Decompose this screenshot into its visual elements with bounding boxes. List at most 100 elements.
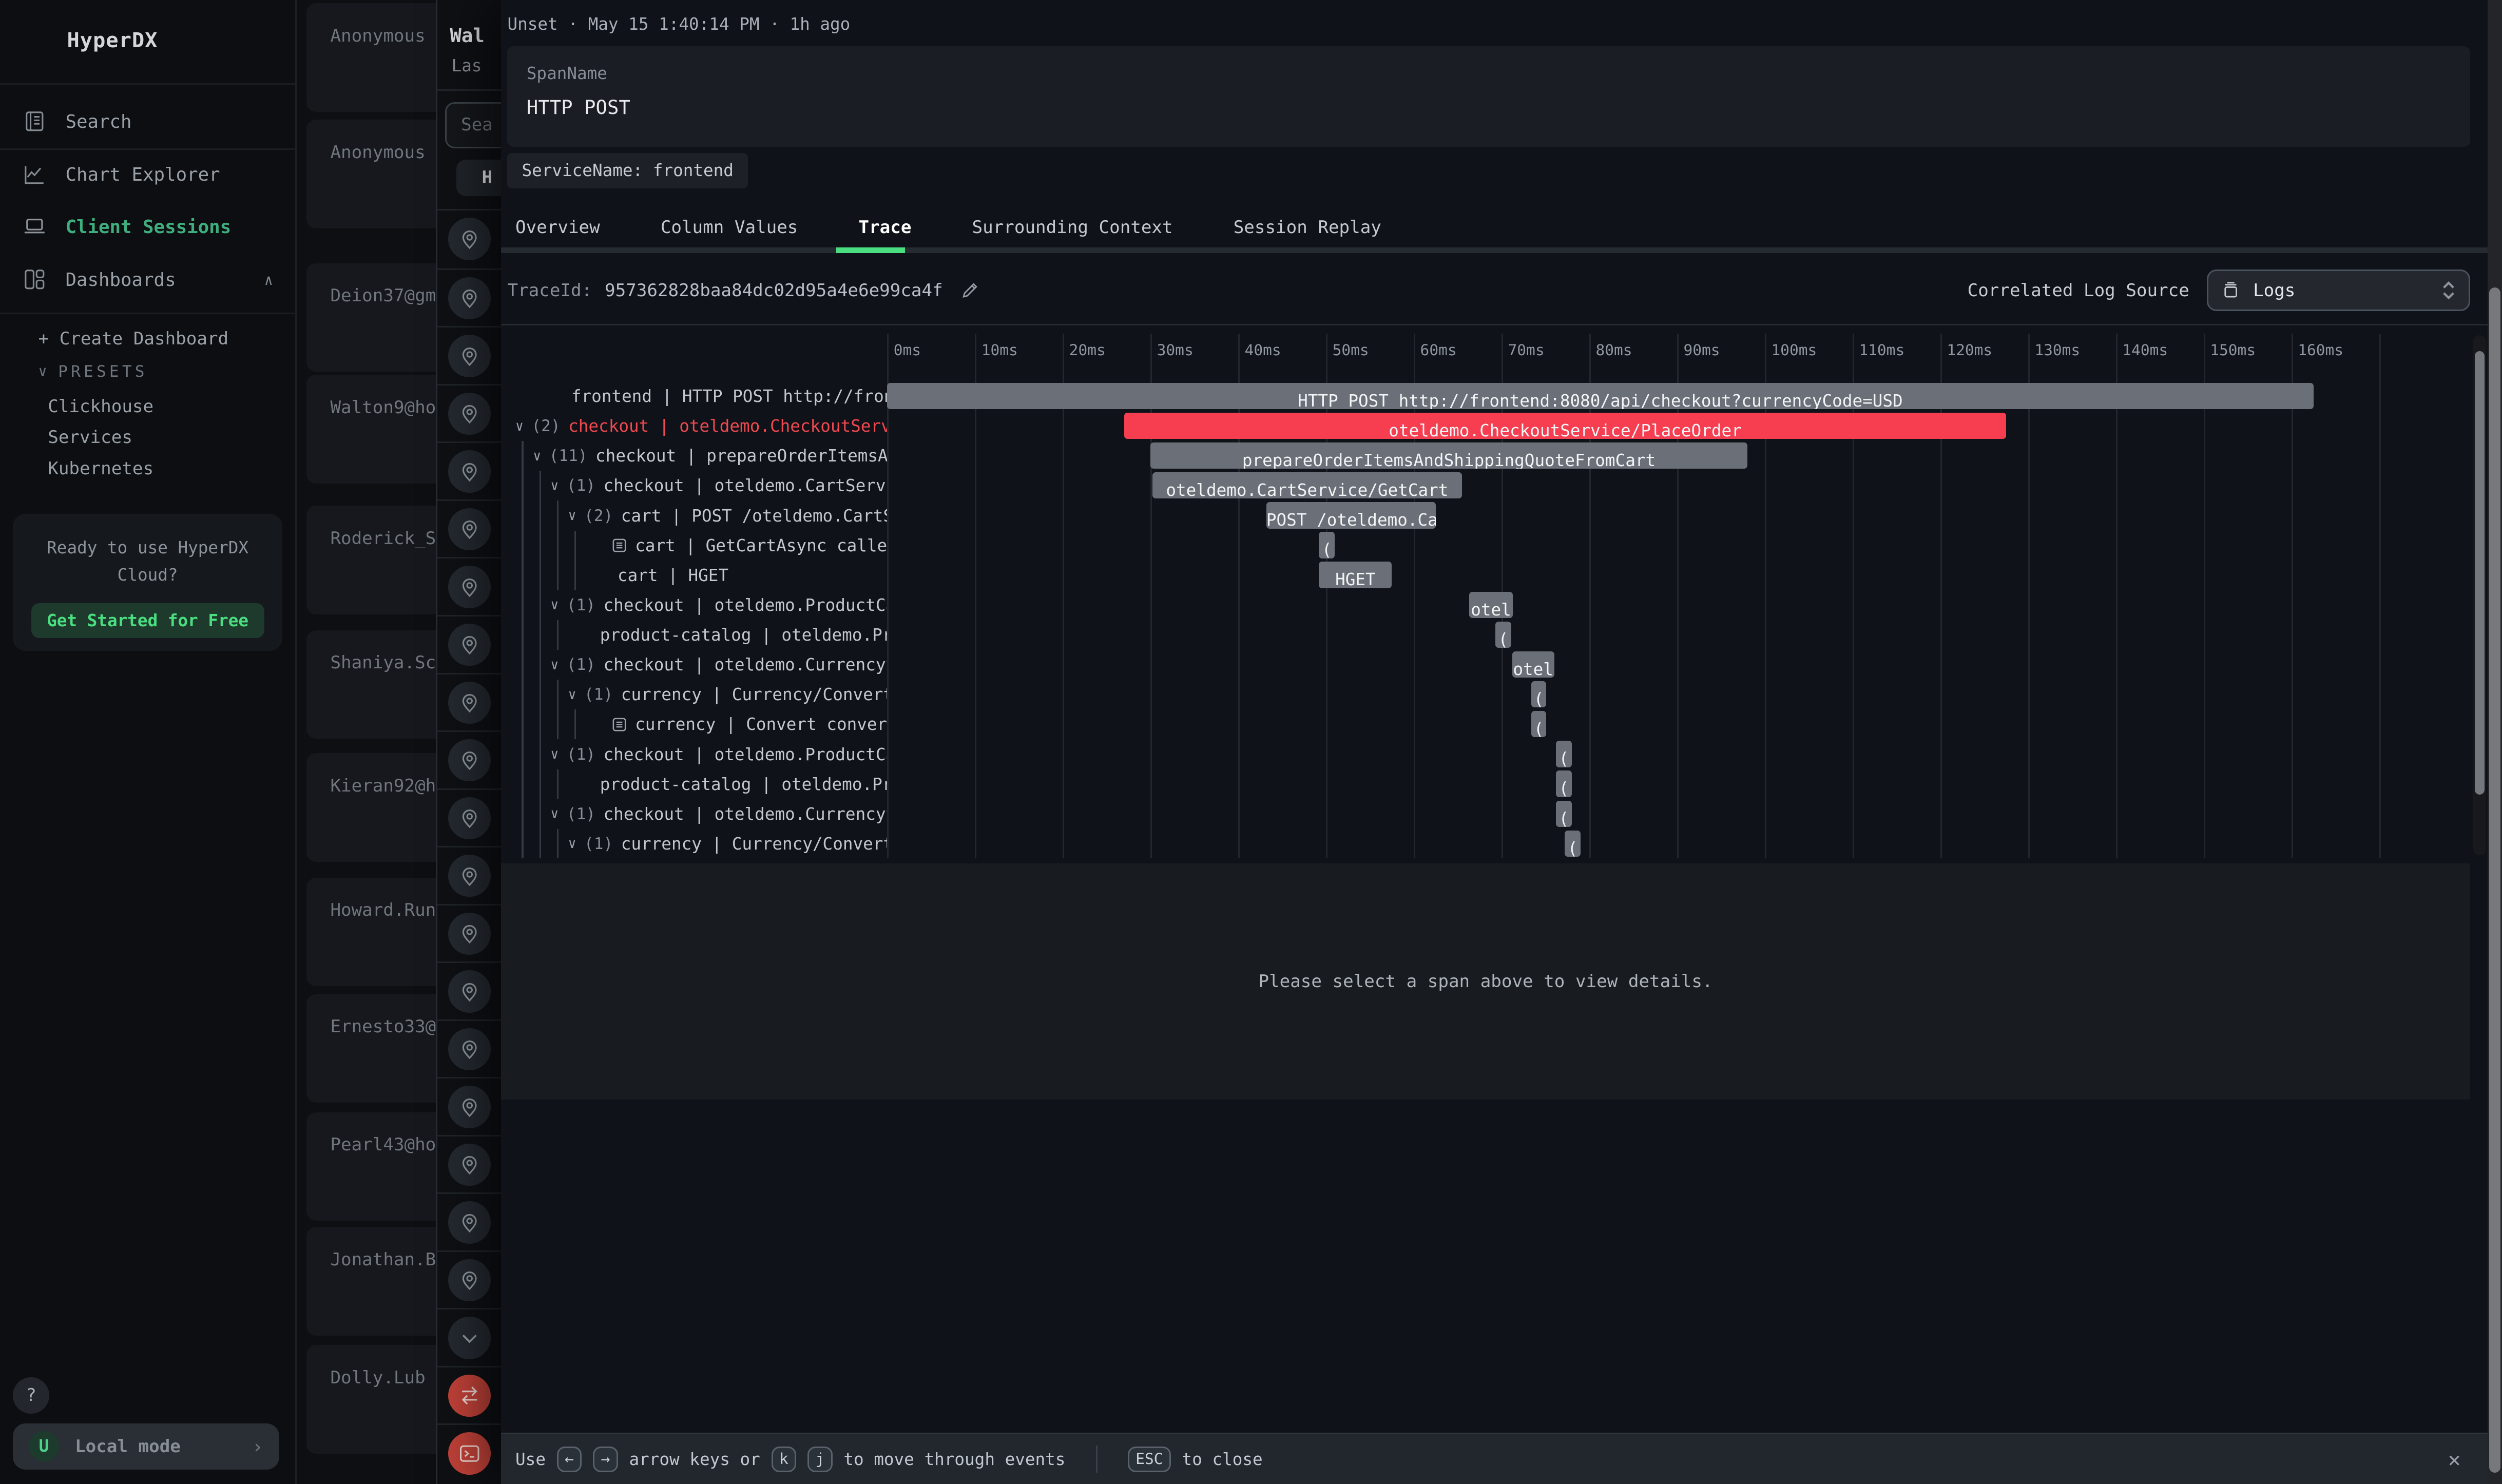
pin-icon[interactable] <box>448 970 490 1012</box>
trace-span-bar[interactable]: HTTP POST http://frontend:8080/api/check… <box>887 383 2313 409</box>
trace-tree-row[interactable]: ∨(2)cart | POST /oteldemo.CartSe… <box>501 500 887 530</box>
close-icon[interactable]: ✕ <box>2448 1447 2460 1472</box>
session-card[interactable]: Dolly.Lub <box>306 1345 436 1453</box>
pin-icon[interactable] <box>448 450 490 492</box>
pin-icon[interactable] <box>448 1144 490 1186</box>
pin-icon[interactable] <box>448 1028 490 1070</box>
trace-tree-row[interactable]: currency | Convert convers… <box>501 709 887 739</box>
trace-span-bar[interactable]: ( <box>1531 681 1546 707</box>
pin-icon[interactable] <box>448 682 490 724</box>
trace-tree-row[interactable]: cart | GetCartAsync called… <box>501 531 887 561</box>
trace-span-bar[interactable]: oteldemo.CartService/GetCart <box>1152 472 1462 498</box>
create-dashboard-button[interactable]: + Create Dashboard <box>39 329 229 349</box>
session-card[interactable]: Walton9@ho <box>306 375 436 483</box>
chevron-down-icon[interactable]: ∨ <box>550 597 559 613</box>
edit-icon[interactable] <box>960 281 979 300</box>
sidebar-item-search[interactable]: Search <box>0 96 295 149</box>
pin-icon[interactable] <box>448 1259 490 1301</box>
chevron-down-icon[interactable]: ∨ <box>568 687 576 703</box>
pin-icon[interactable] <box>448 624 490 666</box>
trace-span-bar[interactable]: ( <box>1556 801 1572 827</box>
trace-tree-row[interactable]: ∨(1)checkout | oteldemo.CurrencySe… <box>501 650 887 680</box>
trace-span-bar[interactable]: ( <box>1319 532 1335 558</box>
session-card[interactable]: Pearl43@ho <box>306 1112 436 1221</box>
trace-tree-row[interactable]: ∨(1)checkout | oteldemo.CurrencySe… <box>501 799 887 829</box>
tab-trace[interactable]: Trace <box>859 217 912 238</box>
pin-icon[interactable] <box>448 566 490 608</box>
get-started-button[interactable]: Get Started for Free <box>31 603 264 638</box>
swap-arrows-icon[interactable] <box>448 1375 490 1417</box>
trace-span-bar[interactable]: ( <box>1565 831 1581 857</box>
pin-icon[interactable] <box>448 1201 490 1243</box>
session-card[interactable]: Anonymous <box>306 3 436 111</box>
waterfall-scrollbar[interactable] <box>2473 335 2486 855</box>
chevron-down-icon[interactable]: ∨ <box>550 478 559 494</box>
pin-icon[interactable] <box>448 855 490 897</box>
session-card[interactable]: Jonathan.B <box>306 1227 436 1335</box>
pin-icon[interactable] <box>448 508 490 550</box>
pin-icon[interactable] <box>448 393 490 435</box>
trace-span-bar[interactable]: prepareOrderItemsAndShippingQuoteFromCar… <box>1150 442 1747 469</box>
window-scrollbar[interactable] <box>2488 0 2502 1484</box>
trace-span-bar[interactable]: otel <box>1512 651 1554 678</box>
pin-icon[interactable] <box>448 739 490 781</box>
trace-span-bar[interactable]: otel <box>1469 592 1513 618</box>
detail-search-input[interactable]: Sea <box>445 102 501 148</box>
session-card[interactable]: Ernesto33@ <box>306 994 436 1103</box>
tab-overview[interactable]: Overview <box>515 217 600 238</box>
trace-tree-row[interactable]: product-catalog | oteldemo.Prod… <box>501 769 887 799</box>
trace-span-bar[interactable]: ( <box>1556 770 1572 797</box>
terminal-icon[interactable] <box>448 1432 490 1474</box>
trace-span-bar[interactable]: POST /oteldemo.Cart <box>1266 502 1436 528</box>
session-card[interactable]: Deion37@gm <box>306 263 436 372</box>
trace-tree-row[interactable]: cart | HGET <box>501 561 887 590</box>
trace-span-bar[interactable]: ( <box>1531 711 1546 737</box>
pin-icon[interactable] <box>448 797 490 839</box>
trace-tree-row[interactable]: ∨(2)checkout | oteldemo.CheckoutServic… <box>501 411 887 441</box>
pin-icon[interactable] <box>448 335 490 377</box>
pin-icon[interactable] <box>448 277 490 319</box>
trace-tree-row[interactable]: product-catalog | oteldemo.Prod… <box>501 620 887 650</box>
sidebar-item-dashboards[interactable]: Dashboards∧ <box>0 254 295 306</box>
session-card[interactable]: Howard.Run <box>306 878 436 986</box>
chevron-down-icon[interactable]: ∨ <box>550 746 559 762</box>
pin-icon[interactable] <box>448 218 490 260</box>
help-button[interactable]: ? <box>13 1377 49 1414</box>
tab-session-replay[interactable]: Session Replay <box>1234 217 1381 238</box>
trace-tree-row[interactable]: ∨(11)checkout | prepareOrderItemsAnd… <box>501 441 887 471</box>
session-card[interactable]: Kieran92@h <box>306 753 436 861</box>
local-mode-button[interactable]: U Local mode › <box>13 1423 279 1470</box>
waterfall-scrollbar-thumb[interactable] <box>2475 351 2485 795</box>
session-card[interactable]: Anonymous <box>306 120 436 228</box>
trace-span-bar[interactable]: HGET <box>1319 562 1392 588</box>
window-scrollbar-thumb[interactable] <box>2489 287 2500 1473</box>
log-source-select[interactable]: Logs <box>2207 269 2470 311</box>
trace-tree-row[interactable]: ∨(1)currency | Currency/Convert <box>501 829 887 859</box>
trace-span-bar[interactable]: ( <box>1556 741 1572 767</box>
tab-column-values[interactable]: Column Values <box>661 217 798 238</box>
chevron-down-icon[interactable]: ∨ <box>568 836 576 852</box>
chevron-down-icon[interactable]: ∨ <box>568 508 576 524</box>
trace-span-bar[interactable]: ( <box>1495 622 1511 648</box>
session-card[interactable]: Shaniya.Sc <box>306 630 436 739</box>
tab-surrounding-context[interactable]: Surrounding Context <box>972 217 1173 238</box>
trace-tree-row[interactable]: ∨(1)checkout | oteldemo.ProductCat… <box>501 590 887 620</box>
pin-icon[interactable] <box>448 913 490 955</box>
trace-tree-row[interactable]: ∨(1)currency | Currency/Convert <box>501 680 887 709</box>
sidebar-item-chart-explorer[interactable]: Chart Explorer <box>0 148 295 201</box>
session-card[interactable]: Roderick_S <box>306 506 436 614</box>
preset-item-services[interactable]: Services <box>48 422 279 453</box>
service-name-badge[interactable]: ServiceName: frontend <box>507 153 747 188</box>
chevron-down-icon[interactable] <box>448 1317 490 1359</box>
chevron-down-icon[interactable]: ∨ <box>533 448 541 464</box>
trace-span-bar[interactable]: oteldemo.CheckoutService/PlaceOrder <box>1124 413 2006 439</box>
chevron-down-icon[interactable]: ∨ <box>550 806 559 822</box>
trace-tree-row[interactable]: frontend | HTTP POST http://frontend:… <box>501 381 887 411</box>
preset-item-clickhouse[interactable]: Clickhouse <box>48 391 279 422</box>
preset-item-kubernetes[interactable]: Kubernetes <box>48 453 279 485</box>
pin-icon[interactable] <box>448 1086 490 1128</box>
detail-filter-button[interactable]: H <box>456 160 501 196</box>
trace-tree-row[interactable]: ∨(1)checkout | oteldemo.CartServic… <box>501 471 887 500</box>
sidebar-item-client-sessions[interactable]: Client Sessions <box>0 201 295 254</box>
chevron-down-icon[interactable]: ∨ <box>515 418 524 434</box>
